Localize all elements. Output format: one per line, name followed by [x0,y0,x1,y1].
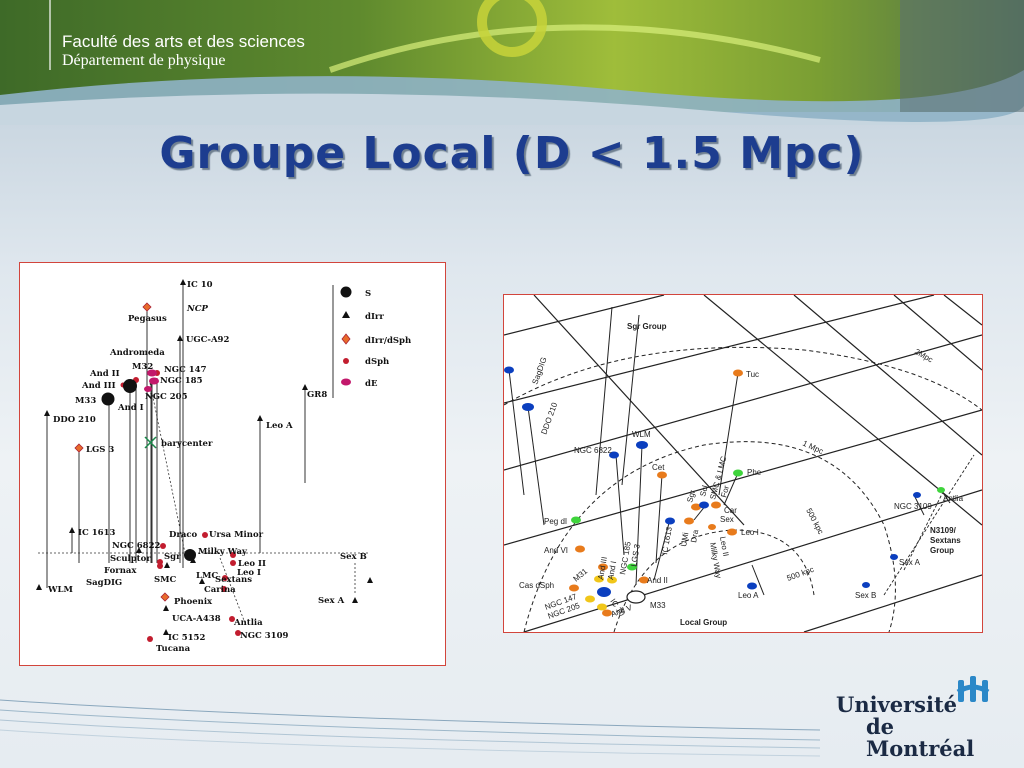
label-sgr-group: Sgr Group [627,322,667,331]
label-and1-r: And I [606,560,618,580]
university-logo: Université de Montréal [836,676,1006,760]
legend-s-icon [340,286,352,298]
label-and3: And III [81,381,116,391]
legend-dirr-icon [342,311,350,318]
label-sexb-r: Sex B [855,591,876,600]
label-ngc6822: NGC 6822 [112,541,160,551]
label-barycenter: barycenter [161,439,213,449]
label-sexa: Sex A [318,596,345,606]
label-lgs3: LGS 3 [86,445,114,455]
label-ngc6822-r: NGC 6822 [574,446,612,455]
label-andvi: And VI [544,546,568,555]
legend-dsph-label: dSph [365,357,389,367]
header-text: Faculté des arts et des sciences Départe… [62,32,305,70]
label-gr8: GR8 [307,390,327,400]
label-n3109-line3: Group [930,546,954,555]
department-name: Département de physique [62,52,226,69]
label-antlia-r: Antlia [943,494,964,503]
label-uca438: UCA-A438 [172,614,221,624]
label-leoa: Leo A [266,421,293,431]
logo-name-line1: Université [836,692,958,717]
label-andromeda: Andromeda [109,348,165,358]
label-n3109-line1: N3109/ [930,526,957,535]
label-for: For [719,484,731,498]
label-ngc3109-r: NGC 3109 [894,502,932,511]
label-ic1613-r: IC 1613 [660,526,674,556]
label-wlm: WLM [47,585,74,595]
local-group-3d-diagram: S dIrr dIrr/dSph dSph dE IC 10 NCP Pegas… [19,262,446,666]
label-ic1613: IC 1613 [78,528,115,538]
legend-dirr-dsph-icon [341,333,351,345]
label-m33: M33 [75,396,96,406]
label-pegasus: Pegasus [128,314,167,324]
legend-s-label: S [365,289,371,299]
label-ursaminor: Ursa Minor [209,530,264,540]
label-ugca92: UGC-A92 [186,335,229,345]
label-ic10: IC 10 [187,280,213,290]
label-sagdig-r: SagDIG [530,356,548,386]
label-dra: Dra [689,529,700,544]
right-diagram-canvas: Sgr Group Tuc SagDIG DDO 210 2Mpc NGC 68… [504,295,982,632]
label-cet: Cet [652,463,665,472]
label-sexb: Sex B [340,552,367,562]
label-smc: SMC [154,575,177,585]
label-tucana: Tucana [156,644,191,654]
label-1mpc: 1 Mpc [801,439,825,456]
label-and1: And I [117,403,144,413]
label-ic5152: IC 5152 [168,633,205,643]
label-sextans: Sextans [215,575,252,585]
label-fornax: Fornax [104,566,137,576]
label-and2: And II [89,369,120,379]
label-draco: Draco [169,530,198,540]
label-ngc147: NGC 147 [164,365,207,375]
label-ngc185: NGC 185 [160,376,203,386]
label-ngc3109: NGC 3109 [240,631,288,641]
label-milkyway: Milky Way [198,547,248,557]
label-sagdig: SagDIG [86,578,122,588]
label-leoa-r: Leo A [738,591,759,600]
label-sex: Sex [720,515,734,524]
logo-name-line2: de Montréal [866,714,975,761]
label-ncp: NCP [186,304,209,314]
label-sculptor: Sculptor [110,554,151,564]
legend-dirr-dsph-label: dIrr/dSph [365,336,411,346]
label-sgr: Sgr [164,552,181,562]
slide-title: Groupe Local (D < 1.5 Mpc) [159,128,865,179]
label-sgr-r: Sgr [685,489,697,504]
label-m32: M32 [132,362,153,372]
udem-emblem-icon [956,676,990,702]
label-sexa-r: Sex A [899,558,921,567]
label-casdsph: Cas dSph [519,581,554,590]
left-diagram-canvas: S dIrr dIrr/dSph dSph dE IC 10 NCP Pegas… [36,279,411,654]
label-ngc205: NGC 205 [145,392,188,402]
label-antlia: Antlia [233,618,263,628]
label-car: Car [724,506,737,515]
label-phe: Phe [747,468,762,477]
label-andii: And II [647,576,668,585]
label-wlm-r: WLM [632,430,651,439]
label-ddo210: DDO 210 [53,415,96,425]
label-tuc: Tuc [746,370,759,379]
legend-dirr-label: dIrr [365,312,384,322]
label-phoenix: Phoenix [174,597,213,607]
label-ddo210-r: DDO 210 [539,401,559,436]
legend-dsph-icon [343,358,349,364]
label-local-group: Local Group [680,618,727,627]
legend-de-label: dE [365,379,378,389]
legend-de-icon [341,378,351,386]
label-n3109-group: N3109/ Sextans Group [930,526,963,555]
label-carina: Carina [204,585,236,595]
label-m33-r: M33 [650,601,666,610]
label-peg: Peg dI [544,517,567,526]
label-500kpc-1: 500 kpc [804,507,825,536]
faculty-name: Faculté des arts et des sciences [62,32,305,51]
label-leo1-r: Leo I [741,528,759,537]
label-n3109-line2: Sextans [930,536,961,545]
label-m31: M31 [572,566,590,583]
local-group-sky-diagram: Sgr Group Tuc SagDIG DDO 210 2Mpc NGC 68… [503,294,983,633]
